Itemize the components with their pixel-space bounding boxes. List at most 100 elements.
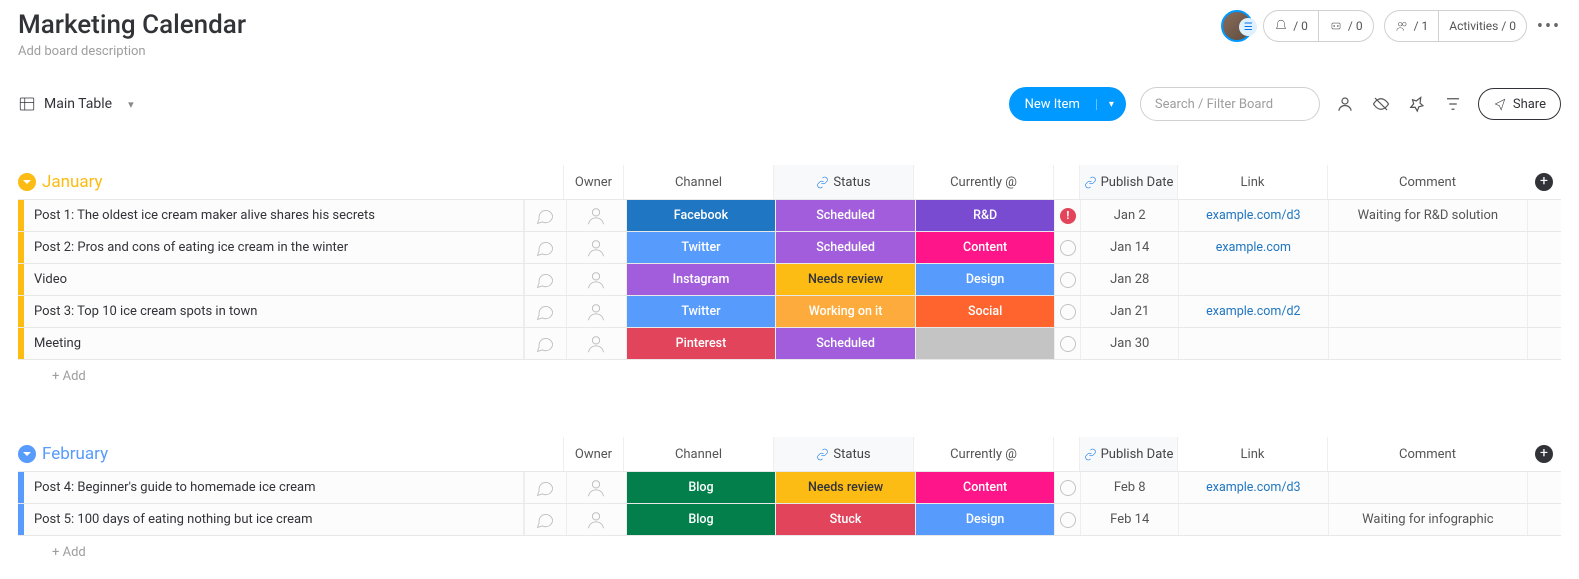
- hide-button[interactable]: [1370, 93, 1392, 115]
- comment-cell[interactable]: [1328, 296, 1527, 327]
- deadline-flag[interactable]: [1054, 232, 1080, 263]
- link-cell[interactable]: [1178, 264, 1328, 295]
- owner-cell[interactable]: [566, 472, 626, 503]
- chat-button[interactable]: [524, 296, 566, 327]
- column-header[interactable]: Link: [1177, 437, 1327, 471]
- group-collapse-toggle[interactable]: [18, 445, 36, 463]
- currently-cell[interactable]: R&D: [915, 200, 1055, 231]
- date-cell[interactable]: Feb 14: [1080, 504, 1178, 535]
- channel-cell[interactable]: Blog: [626, 504, 776, 535]
- comment-cell[interactable]: [1328, 472, 1527, 503]
- table-row[interactable]: Post 4: Beginner's guide to homemade ice…: [18, 471, 1561, 503]
- currently-cell[interactable]: Design: [915, 264, 1055, 295]
- comment-cell[interactable]: Waiting for R&D solution: [1328, 200, 1527, 231]
- link-cell[interactable]: example.com/d3: [1178, 472, 1328, 503]
- owner-cell[interactable]: [566, 504, 626, 535]
- new-item-button[interactable]: New Item ▾: [1009, 87, 1126, 121]
- chat-button[interactable]: [524, 328, 566, 359]
- deadline-flag[interactable]: [1054, 504, 1080, 535]
- column-header[interactable]: Publish Date: [1079, 437, 1177, 471]
- owner-cell[interactable]: [566, 328, 626, 359]
- date-cell[interactable]: Jan 14: [1080, 232, 1178, 263]
- share-button[interactable]: Share: [1478, 88, 1561, 120]
- status-cell[interactable]: Needs review: [775, 264, 915, 295]
- add-item-row[interactable]: + Add: [18, 535, 1561, 569]
- pin-button[interactable]: [1406, 93, 1428, 115]
- table-row[interactable]: Post 1: The oldest ice cream maker alive…: [18, 199, 1561, 231]
- item-name-cell[interactable]: Video: [24, 264, 524, 295]
- column-header[interactable]: Status: [773, 437, 913, 471]
- add-column-button[interactable]: +: [1527, 165, 1561, 199]
- column-header[interactable]: Owner: [563, 165, 623, 199]
- chat-button[interactable]: [524, 232, 566, 263]
- filter-button[interactable]: [1442, 93, 1464, 115]
- deadline-flag[interactable]: [1054, 264, 1080, 295]
- table-row[interactable]: Post 3: Top 10 ice cream spots in town T…: [18, 295, 1561, 327]
- item-name-cell[interactable]: Post 2: Pros and cons of eating ice crea…: [24, 232, 524, 263]
- search-input[interactable]: Search / Filter Board: [1140, 87, 1320, 121]
- item-name-cell[interactable]: Post 4: Beginner's guide to homemade ice…: [24, 472, 524, 503]
- channel-cell[interactable]: Pinterest: [626, 328, 776, 359]
- item-name-cell[interactable]: Post 5: 100 days of eating nothing but i…: [24, 504, 524, 535]
- date-cell[interactable]: Jan 21: [1080, 296, 1178, 327]
- people-counter[interactable]: / 1: [1384, 10, 1440, 42]
- currently-cell[interactable]: Content: [915, 232, 1055, 263]
- comment-cell[interactable]: [1328, 232, 1527, 263]
- views-counter[interactable]: / 0: [1263, 10, 1319, 42]
- comment-cell[interactable]: Waiting for infographic: [1328, 504, 1527, 535]
- column-header[interactable]: [1053, 165, 1079, 199]
- comment-cell[interactable]: [1328, 264, 1527, 295]
- owner-cell[interactable]: [566, 200, 626, 231]
- channel-cell[interactable]: Facebook: [626, 200, 776, 231]
- comment-cell[interactable]: [1328, 328, 1527, 359]
- column-header[interactable]: Currently @: [913, 437, 1053, 471]
- currently-cell[interactable]: Content: [915, 472, 1055, 503]
- add-item-row[interactable]: + Add: [18, 359, 1561, 393]
- channel-cell[interactable]: Blog: [626, 472, 776, 503]
- add-column-button[interactable]: +: [1527, 437, 1561, 471]
- table-row[interactable]: Meeting Pinterest Scheduled Jan 30: [18, 327, 1561, 359]
- activities-counter[interactable]: Activities / 0: [1438, 10, 1527, 42]
- group-name[interactable]: January: [42, 172, 103, 192]
- column-header[interactable]: Link: [1177, 165, 1327, 199]
- date-cell[interactable]: Jan 30: [1080, 328, 1178, 359]
- status-cell[interactable]: Scheduled: [775, 328, 915, 359]
- currently-cell[interactable]: Social: [915, 296, 1055, 327]
- status-cell[interactable]: Needs review: [775, 472, 915, 503]
- column-header[interactable]: [1053, 437, 1079, 471]
- link-cell[interactable]: [1178, 504, 1328, 535]
- link-cell[interactable]: example.com/d3: [1178, 200, 1328, 231]
- date-cell[interactable]: Jan 2: [1080, 200, 1178, 231]
- owner-cell[interactable]: [566, 296, 626, 327]
- column-header[interactable]: Status: [773, 165, 913, 199]
- avatar[interactable]: ☰: [1221, 10, 1253, 42]
- channel-cell[interactable]: Twitter: [626, 296, 776, 327]
- deadline-flag[interactable]: [1054, 472, 1080, 503]
- date-cell[interactable]: Jan 28: [1080, 264, 1178, 295]
- item-name-cell[interactable]: Post 1: The oldest ice cream maker alive…: [24, 200, 524, 231]
- item-name-cell[interactable]: Post 3: Top 10 ice cream spots in town: [24, 296, 524, 327]
- column-header[interactable]: Channel: [623, 165, 773, 199]
- more-menu-button[interactable]: •••: [1537, 16, 1561, 37]
- column-header[interactable]: Currently @: [913, 165, 1053, 199]
- deadline-flag[interactable]: [1054, 296, 1080, 327]
- person-filter-button[interactable]: [1334, 93, 1356, 115]
- board-description[interactable]: Add board description: [18, 44, 246, 59]
- status-cell[interactable]: Scheduled: [775, 200, 915, 231]
- column-header[interactable]: Comment: [1327, 437, 1527, 471]
- chat-button[interactable]: [524, 264, 566, 295]
- chat-button[interactable]: [524, 504, 566, 535]
- date-cell[interactable]: Feb 8: [1080, 472, 1178, 503]
- status-cell[interactable]: Stuck: [775, 504, 915, 535]
- column-header[interactable]: Owner: [563, 437, 623, 471]
- link-cell[interactable]: example.com: [1178, 232, 1328, 263]
- table-row[interactable]: Post 2: Pros and cons of eating ice crea…: [18, 231, 1561, 263]
- table-row[interactable]: Post 5: 100 days of eating nothing but i…: [18, 503, 1561, 535]
- currently-cell[interactable]: Design: [915, 504, 1055, 535]
- link-cell[interactable]: example.com/d2: [1178, 296, 1328, 327]
- column-header[interactable]: Channel: [623, 437, 773, 471]
- status-cell[interactable]: Scheduled: [775, 232, 915, 263]
- owner-cell[interactable]: [566, 264, 626, 295]
- group-name[interactable]: February: [42, 444, 108, 464]
- view-switcher[interactable]: Main Table ▾: [18, 95, 134, 113]
